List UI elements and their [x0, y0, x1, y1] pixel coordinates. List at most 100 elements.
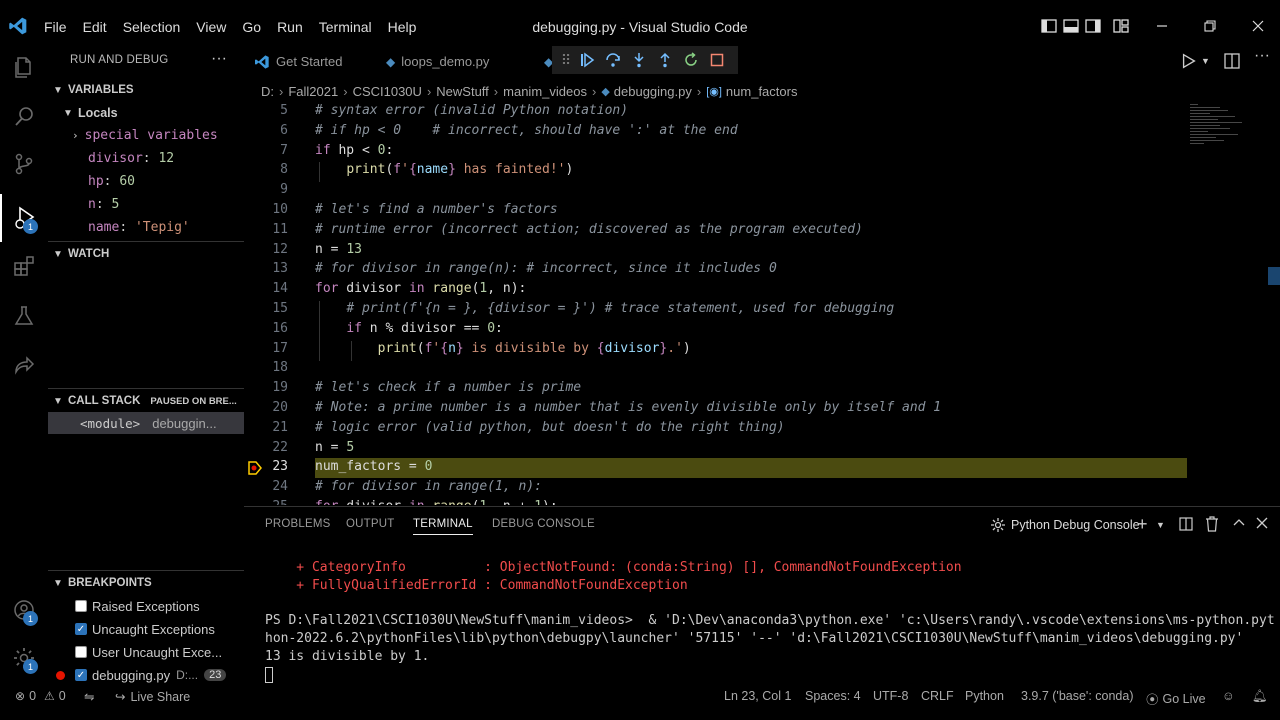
end-of-line[interactable]: CRLF — [921, 689, 954, 703]
menu-go[interactable]: Go — [234, 18, 269, 36]
code-line[interactable]: n = 5 — [315, 440, 354, 455]
watch-section-header[interactable]: ▼ WATCH — [48, 243, 244, 265]
cursor-position[interactable]: Ln 23, Col 1 — [724, 689, 791, 703]
code-line[interactable]: print(f'{name} has fainted!') — [315, 162, 573, 177]
breakpoint-user-uncaught-exceptions[interactable]: User Uncaught Exce... — [48, 641, 244, 663]
call-stack-frame[interactable]: <module> debuggin... — [48, 412, 244, 434]
tab-problems[interactable]: PROBLEMS — [265, 518, 331, 530]
minimap[interactable] — [1190, 102, 1268, 162]
live-share-button[interactable]: ↪ Live Share — [115, 689, 190, 705]
feedback-icon[interactable]: ☺ — [1222, 689, 1235, 703]
breadcrumb-item[interactable]: Fall2021 — [288, 84, 338, 99]
language-mode[interactable]: Python — [965, 689, 1004, 703]
line-number[interactable]: 12 — [244, 242, 288, 257]
line-number[interactable]: 10 — [244, 202, 288, 217]
split-terminal-icon[interactable] — [1179, 517, 1193, 534]
minimize-icon[interactable] — [1150, 16, 1174, 36]
breakpoint-raised-exceptions[interactable]: Raised Exceptions — [48, 595, 244, 617]
tab-get-started[interactable]: Get Started — [244, 44, 374, 79]
line-number[interactable]: 14 — [244, 281, 288, 296]
terminal-selector[interactable]: Python Debug Console — [990, 517, 1140, 533]
live-share-icon[interactable] — [0, 342, 48, 390]
breadcrumb-item[interactable]: D: — [261, 84, 274, 99]
menu-file[interactable]: File — [36, 18, 75, 36]
breadcrumb-item[interactable]: NewStuff — [436, 84, 489, 99]
split-editor-icon[interactable] — [1224, 53, 1240, 72]
code-line[interactable]: for divisor in range(1, n + 1): — [315, 499, 558, 505]
python-interpreter[interactable]: 3.9.7 ('base': conda) — [1021, 689, 1133, 703]
editor-scrollbar-thumb[interactable] — [1268, 267, 1280, 285]
close-window-icon[interactable] — [1246, 16, 1270, 36]
code-line[interactable]: if n % divisor == 0: — [315, 321, 503, 336]
variable-name[interactable]: name: 'Tepig' — [88, 220, 190, 235]
breadcrumb-item[interactable]: CSCI1030U — [353, 84, 422, 99]
new-terminal-icon[interactable]: + — [1137, 514, 1148, 535]
locals-scope[interactable]: ▼ Locals — [58, 102, 254, 124]
code-line[interactable]: if hp < 0: — [315, 143, 393, 158]
testing-flask-icon[interactable] — [0, 292, 48, 340]
toggle-secondary-sidebar-icon[interactable] — [1082, 16, 1104, 36]
toggle-panel-icon[interactable] — [1060, 16, 1082, 36]
chevron-down-icon[interactable]: ▼ — [1156, 520, 1165, 530]
encoding[interactable]: UTF-8 — [873, 689, 908, 703]
step-into-icon[interactable] — [626, 48, 652, 72]
extensions-icon[interactable] — [0, 242, 48, 290]
breakpoint-debugging-py[interactable]: ✓ debugging.py D:... 23 — [48, 664, 244, 686]
line-number[interactable]: 24 — [244, 479, 288, 494]
breadcrumb-item[interactable]: debugging.py — [614, 84, 692, 99]
menu-selection[interactable]: Selection — [115, 18, 189, 36]
customize-layout-icon[interactable] — [1110, 16, 1132, 36]
variable-n[interactable]: n: 5 — [88, 197, 119, 212]
code-line[interactable]: # Note: a prime number is a number that … — [315, 400, 941, 415]
line-number[interactable]: 16 — [244, 321, 288, 336]
line-number[interactable]: 8 — [244, 162, 288, 177]
special-variables-item[interactable]: › special variables — [72, 128, 218, 143]
line-number[interactable]: 7 — [244, 143, 288, 158]
remote-icon[interactable]: ⇋ — [84, 689, 94, 704]
continue-icon[interactable] — [574, 48, 600, 72]
go-live-button[interactable]: ⦿ Go Live — [1146, 689, 1206, 708]
breakpoints-section-header[interactable]: ▼ BREAKPOINTS — [48, 572, 244, 594]
code-line[interactable]: # runtime error (incorrect action; disco… — [315, 222, 863, 237]
problems-indicator[interactable]: ⊗ 0 ⚠ 0 — [15, 689, 66, 703]
tab-output[interactable]: OUTPUT — [346, 518, 394, 530]
menu-run[interactable]: Run — [269, 18, 311, 36]
code-line[interactable]: # logic error (valid python, but doesn't… — [315, 420, 785, 435]
maximize-panel-icon[interactable] — [1233, 517, 1245, 532]
more-actions-icon[interactable]: ··· — [211, 50, 227, 68]
line-number[interactable]: 22 — [244, 440, 288, 455]
code-line[interactable]: # let's check if a number is prime — [315, 380, 581, 395]
menu-terminal[interactable]: Terminal — [311, 18, 380, 36]
line-number[interactable]: 19 — [244, 380, 288, 395]
trash-icon[interactable] — [1205, 516, 1219, 535]
close-panel-icon[interactable] — [1256, 517, 1268, 532]
tab-terminal[interactable]: TERMINAL — [413, 518, 473, 535]
accounts-icon[interactable]: 1 — [0, 586, 48, 634]
drag-handle-icon[interactable]: ⠿ — [558, 48, 574, 72]
variable-divisor[interactable]: divisor: 12 — [88, 151, 174, 166]
line-number[interactable]: 25 — [244, 499, 288, 505]
search-icon[interactable] — [0, 92, 48, 140]
checkbox[interactable]: ✓ — [75, 669, 87, 681]
menu-edit[interactable]: Edit — [75, 18, 115, 36]
code-line[interactable]: num_factors = 0 — [315, 459, 432, 474]
tab-loops-demo[interactable]: ◆ loops_demo.py — [376, 44, 526, 79]
run-python-file-icon[interactable]: ▼ — [1180, 52, 1210, 70]
more-actions-icon[interactable]: ··· — [1254, 47, 1270, 65]
breakpoint-uncaught-exceptions[interactable]: ✓ Uncaught Exceptions — [48, 618, 244, 640]
indentation[interactable]: Spaces: 4 — [805, 689, 861, 703]
code-line[interactable]: # for divisor in range(n): # incorrect, … — [315, 261, 777, 276]
line-number[interactable]: 5 — [244, 103, 288, 118]
line-number[interactable]: 20 — [244, 400, 288, 415]
code-line[interactable]: # for divisor in range(1, n): — [315, 479, 542, 494]
checkbox[interactable] — [75, 600, 87, 612]
line-number[interactable]: 11 — [244, 222, 288, 237]
source-control-icon[interactable] — [0, 140, 48, 188]
tab-debug-console[interactable]: DEBUG CONSOLE — [492, 518, 595, 530]
manage-gear-icon[interactable]: 1 — [0, 634, 48, 682]
line-number[interactable]: 23 — [244, 459, 288, 474]
line-number[interactable]: 17 — [244, 341, 288, 356]
code-line[interactable]: print(f'{n} is divisible by {divisor}.') — [315, 341, 691, 356]
line-number[interactable]: 13 — [244, 261, 288, 276]
variables-section-header[interactable]: ▼ VARIABLES — [48, 79, 244, 101]
